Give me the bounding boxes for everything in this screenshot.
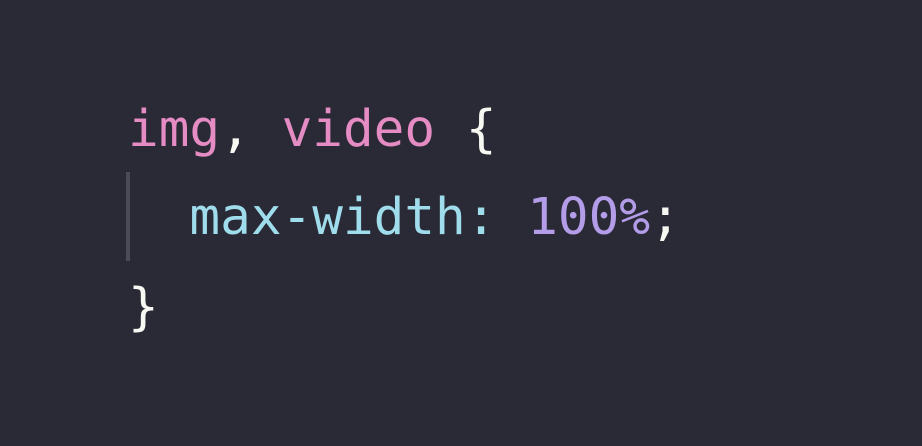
close-brace: } (128, 278, 159, 337)
selector-img: img (128, 100, 221, 159)
selector-comma: , (220, 100, 251, 159)
open-brace: { (465, 100, 497, 159)
property-value: 100% (527, 188, 651, 247)
property-name: max-width (189, 188, 466, 247)
code-editor: img, video { max-width: 100%; } (0, 0, 922, 446)
code-line-2: max-width: 100%; (128, 173, 681, 263)
property-colon: : (465, 188, 497, 247)
selector-video: video (281, 100, 436, 159)
semicolon: ; (650, 188, 681, 247)
code-line-3: } (128, 263, 159, 353)
code-line-1: img, video { (128, 85, 497, 175)
